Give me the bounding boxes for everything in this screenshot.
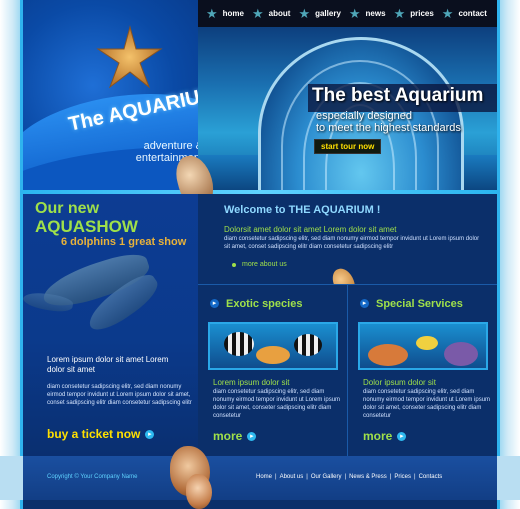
bottom-strip bbox=[23, 500, 497, 509]
logo-area: The AQUARIUM adventure & entertainment bbox=[23, 0, 198, 190]
star-icon: ★ bbox=[393, 5, 406, 21]
footer-separator: | bbox=[414, 474, 416, 480]
nav-label: home bbox=[222, 9, 244, 18]
fish-shape bbox=[224, 332, 254, 356]
hero-subtitle: especially designed to meet the highest … bbox=[316, 110, 461, 134]
star-icon: ★ bbox=[206, 5, 218, 21]
footer-separator: | bbox=[306, 474, 308, 480]
promo-body-text: diam consetetur sadipscing elitr, sed di… bbox=[47, 384, 192, 406]
aquashow-promo: Our new AQUASHOW 6 dolphins 1 great show… bbox=[23, 194, 198, 456]
reef-image bbox=[358, 322, 488, 370]
star-icon: ★ bbox=[252, 5, 264, 21]
nav-label: news bbox=[365, 9, 386, 18]
right-side-stripe bbox=[497, 0, 520, 509]
buy-ticket-label: buy a ticket now bbox=[47, 427, 141, 441]
nav-item-about[interactable]: ★ about bbox=[252, 6, 290, 22]
welcome-title: Welcome to THE AQUARIUM ! bbox=[224, 204, 381, 216]
more-about-us-link[interactable]: more about us bbox=[232, 261, 287, 268]
exotic-fish-image bbox=[208, 322, 338, 370]
promo-subheading: 6 dolphins 1 great show bbox=[61, 236, 187, 248]
footer-link-prices[interactable]: Prices bbox=[394, 474, 411, 480]
start-tour-button[interactable]: start tour now bbox=[314, 139, 382, 154]
footer-separator: | bbox=[344, 474, 347, 480]
column-body-text: diam consetetur sadipscing elitr, sed di… bbox=[363, 389, 491, 419]
coral-shape bbox=[444, 342, 478, 366]
buy-ticket-link[interactable]: buy a ticket now ▸ bbox=[47, 427, 155, 441]
starfish-icon bbox=[96, 25, 163, 89]
footer-separator: | bbox=[389, 474, 392, 480]
top-nav: ★ home ★ about ★ gallery ★ news ★ prices ★ con… bbox=[198, 0, 497, 27]
footer-link-gallery[interactable]: Our Gallery bbox=[311, 474, 342, 480]
more-link[interactable]: more ▸ bbox=[363, 429, 407, 443]
arrow-right-icon: ▸ bbox=[145, 429, 155, 439]
logo-tagline-line-1: adventure & bbox=[143, 140, 198, 152]
hero-banner: The best Aquarium especially designed to… bbox=[198, 27, 497, 190]
more-label: more bbox=[213, 429, 243, 443]
welcome-lead-text: Dolorsit amet dolor sit amet Lorem dolor… bbox=[224, 225, 397, 234]
arrow-right-icon: ▸ bbox=[247, 431, 257, 441]
more-link[interactable]: more ▸ bbox=[213, 429, 257, 443]
column-title: Exotic species bbox=[226, 298, 303, 310]
column-title: Special Services bbox=[376, 298, 463, 310]
footer: Copyright © Your Company Name Home | Abo… bbox=[23, 456, 497, 500]
star-icon: ★ bbox=[441, 5, 454, 21]
more-label: more bbox=[363, 429, 393, 443]
footer-link-home[interactable]: Home bbox=[256, 474, 272, 480]
column-lead-text: Dolor ipsum dolor sit bbox=[363, 378, 436, 387]
footer-nav: Home | About us | Our Gallery | News & P… bbox=[256, 474, 442, 480]
promo-heading-line-1: Our new bbox=[35, 200, 100, 217]
coral-shape bbox=[368, 344, 408, 366]
welcome-body-text: diam consetetur sadipscing elitr, sed di… bbox=[224, 236, 480, 250]
hero-subtitle-line-2: to meet the highest standards bbox=[316, 122, 461, 134]
star-icon: ★ bbox=[348, 5, 361, 21]
column-body-text: diam consetetur sadipscing elitr, sed di… bbox=[213, 389, 341, 419]
copyright-text: Copyright © Your Company Name bbox=[47, 474, 138, 480]
arrow-right-icon: ▸ bbox=[210, 299, 219, 308]
arrow-right-icon: ▸ bbox=[397, 431, 407, 441]
column-lead-text: Lorem ipsum dolor sit bbox=[213, 378, 290, 387]
nav-item-prices[interactable]: ★ prices bbox=[394, 6, 434, 22]
bullet-icon bbox=[232, 262, 236, 267]
star-icon: ★ bbox=[298, 5, 311, 21]
arrow-right-icon: ▸ bbox=[360, 299, 369, 308]
footer-link-contacts[interactable]: Contacts bbox=[419, 474, 443, 480]
fish-shape bbox=[416, 336, 438, 350]
nav-label: contact bbox=[458, 9, 487, 18]
nav-item-gallery[interactable]: ★ gallery bbox=[298, 6, 340, 22]
nav-label: about bbox=[268, 9, 291, 18]
footer-link-news[interactable]: News & Press bbox=[349, 474, 387, 480]
nav-item-news[interactable]: ★ news bbox=[349, 6, 386, 22]
page: The AQUARIUM adventure & entertainment ★… bbox=[0, 0, 520, 509]
footer-separator: | bbox=[275, 474, 277, 480]
hero-subtitle-line-1: especially designed bbox=[316, 110, 413, 122]
special-services-column: ▸ Special Services Dolor ipsum dolor sit… bbox=[348, 284, 497, 456]
seashell-image bbox=[186, 474, 212, 509]
more-about-us-label: more about us bbox=[242, 261, 287, 268]
hero-title: The best Aquarium bbox=[312, 85, 484, 106]
nav-item-contact[interactable]: ★ contact bbox=[442, 6, 487, 22]
footer-link-about[interactable]: About us bbox=[280, 474, 304, 480]
nav-label: gallery bbox=[315, 9, 341, 18]
coral-shape bbox=[256, 346, 290, 364]
nav-item-home[interactable]: ★ home bbox=[206, 6, 244, 22]
promo-lead-text: Lorem ipsum dolor sit amet Lorem dolor s… bbox=[47, 355, 169, 374]
fish-shape bbox=[294, 334, 322, 356]
promo-heading-line-2: AQUASHOW bbox=[35, 217, 138, 236]
nav-label: prices bbox=[410, 9, 434, 18]
exotic-species-column: ▸ Exotic species Lorem ipsum dolor sit d… bbox=[198, 284, 348, 456]
